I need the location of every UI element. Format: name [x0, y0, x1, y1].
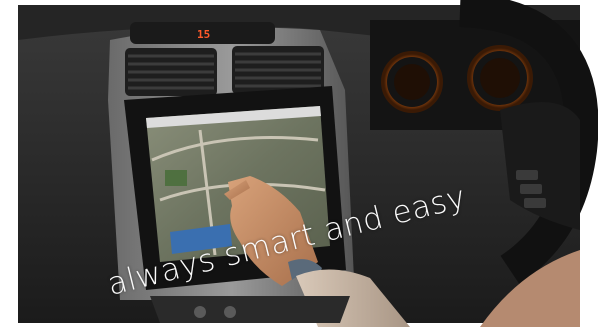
photo-stage: 15 always smart and easy	[0, 0, 598, 327]
dash-display-digits: 15	[197, 28, 211, 41]
car-interior-photo	[0, 0, 598, 327]
air-vent-left	[125, 48, 217, 96]
air-vent-right	[232, 46, 324, 94]
